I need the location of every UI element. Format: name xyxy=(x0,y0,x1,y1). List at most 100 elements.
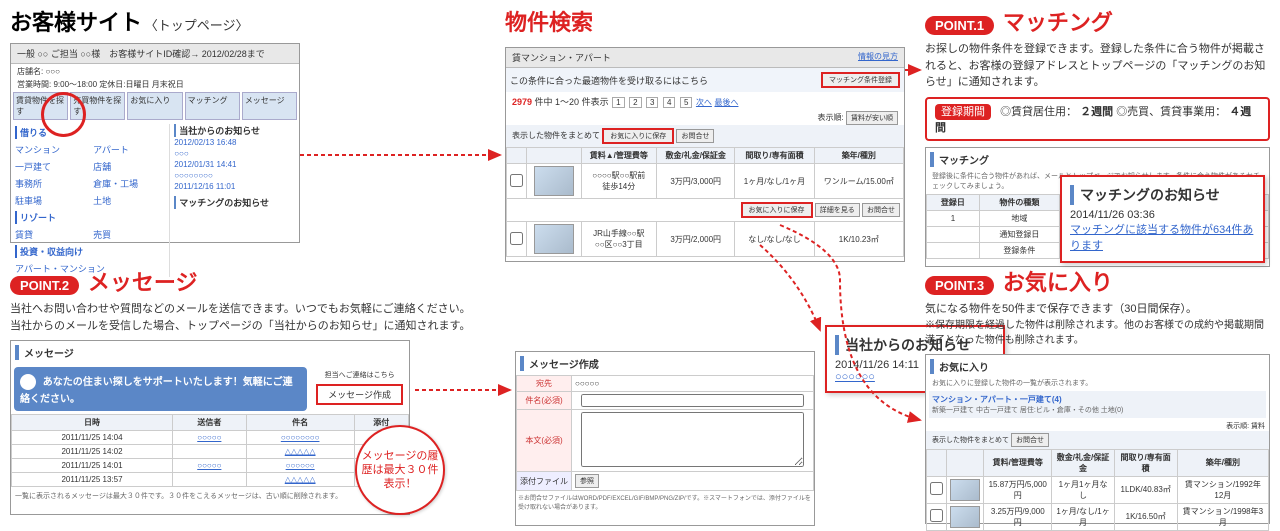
last-link[interactable]: 最後へ xyxy=(714,98,738,107)
hours: 営業時間: 9:00～18:00 定休日:日曜日 月末祝日 xyxy=(11,79,299,90)
point-header: POINT.2 メッセージ xyxy=(10,265,500,297)
point-header: POINT.3 お気に入り xyxy=(925,265,1270,297)
cat-link[interactable]: 一戸建て xyxy=(13,158,91,175)
cell: 通知登録日 xyxy=(979,226,1059,242)
history-circle-callout: メッセージの履歴は最大３０件表示！ xyxy=(355,425,445,515)
inquiry-all-btn[interactable]: お問合せ xyxy=(676,129,714,143)
next-link[interactable]: 次へ xyxy=(696,98,712,107)
th: 敷金/礼金/保証金 xyxy=(657,148,735,164)
matching-register-btn[interactable]: マッチング条件登録 xyxy=(821,72,900,88)
period-text: ◎売買、賃貸事業用： xyxy=(1116,106,1226,118)
cat-link[interactable]: 店舗 xyxy=(91,158,169,175)
cell: なし/なし/なし xyxy=(735,222,814,257)
cat-link[interactable]: アパート xyxy=(91,141,169,158)
page-btn[interactable]: 4 xyxy=(663,97,675,108)
table-row[interactable]: 2011/11/25 13:57△△△△△ xyxy=(12,473,409,487)
th: 築年/種別 xyxy=(814,148,903,164)
count-text: 件中 1～20 件表示 xyxy=(535,97,609,107)
result-count: 2979 件中 1～20 件表示 1 2 3 4 5 次へ 最後へ xyxy=(512,95,738,108)
property-thumb xyxy=(534,166,574,196)
page-btn[interactable]: 2 xyxy=(629,97,641,108)
cat-link[interactable]: 倉庫・工場 xyxy=(91,175,169,192)
fav-list-sub: 新築一戸建て 中古一戸建て 居住:ビル・倉庫・その他 土地(0) xyxy=(932,405,1263,415)
fav-list-title[interactable]: マンション・アパート・一戸建て(4) xyxy=(932,394,1263,405)
panel-title: メッセージ作成 xyxy=(520,356,810,371)
point-title: お気に入り xyxy=(1003,270,1113,295)
news-text[interactable]: ○○○○○○○○ xyxy=(174,170,297,181)
body-textarea[interactable] xyxy=(581,412,804,467)
cat-title: 借りる xyxy=(15,126,167,139)
nav-item[interactable]: 賃貸物件を探す xyxy=(13,92,68,120)
table-row[interactable]: 15.87万円/5,000円1ヶ月1ヶ月なし1LDK/40.83㎡賃マンション/… xyxy=(927,476,1269,503)
property-row[interactable]: ○○○○駅○○駅前徒歩14分 3万円/3,000円 1ヶ月/なし/1ヶ月 ワンル… xyxy=(507,164,904,199)
field-label: 本文(必須) xyxy=(517,410,572,472)
th: 送信者 xyxy=(172,415,246,431)
detail-btn[interactable]: 詳細を見る xyxy=(815,203,860,217)
section-search: 物件検索 賃マンション・アパート 情報の見方 この条件に合った最適物件を受け取る… xyxy=(505,5,905,262)
registration-period: 登録期間 ◎賃貸居住用： ２週間 ◎売買、賃貸事業用： ４週間 xyxy=(925,97,1270,141)
cell: 1K/10.23㎡ xyxy=(814,222,903,257)
info-link[interactable]: 情報の見方 xyxy=(858,51,898,64)
sort-select[interactable]: 賃料が安い順 xyxy=(846,111,898,125)
th: 築年/種別 xyxy=(1177,449,1268,476)
nav-row: 賃貸物件を探す 売買物件を探す お気に入り マッチング メッセージ xyxy=(11,90,299,122)
message-table: 日時 送信者 件名 添付 2011/11/25 14:04○○○○○○○○○○○… xyxy=(11,414,409,487)
row-checkbox[interactable] xyxy=(510,174,523,187)
point-badge: POINT.2 xyxy=(10,276,79,295)
point-desc2: 当社からのメールを受信した場合、トップページの「当社からのお知らせ」に通知されま… xyxy=(10,318,500,335)
row-checkbox[interactable] xyxy=(930,482,943,495)
search-panel: 賃マンション・アパート 情報の見方 この条件に合った最適物件を受け取るにはこちら… xyxy=(505,47,905,262)
panel-header-text: 賃マンション・アパート xyxy=(512,51,611,64)
sort[interactable]: 表示順: 賃料 xyxy=(1226,423,1265,430)
cat-link[interactable]: 売買 xyxy=(91,226,169,243)
subject-input[interactable] xyxy=(581,394,804,407)
table-row[interactable]: 3.25万円/9,000円1ヶ月/なし/1ヶ月1K/16.50㎡賃マンション/1… xyxy=(927,503,1269,530)
cat-link[interactable]: マンション xyxy=(13,141,91,158)
inquiry-btn[interactable]: お問合せ xyxy=(1011,433,1049,447)
fav-all-btn[interactable]: お気に入りに保存 xyxy=(602,128,674,144)
page-btn[interactable]: 5 xyxy=(680,97,692,108)
cat-link[interactable]: 事務所 xyxy=(13,175,91,192)
row-checkbox[interactable] xyxy=(510,232,523,245)
cat-link[interactable]: 賃貸 xyxy=(13,226,91,243)
panel-header: 一般 ○○ ご担当 ○○様 お客様サイトID確認→ 2012/02/28まで xyxy=(11,44,299,64)
cat-link[interactable]: 土地 xyxy=(91,192,169,209)
table-row[interactable]: 2011/11/25 14:01○○○○○○○○○○○ xyxy=(12,459,409,473)
file-btn[interactable]: 参照 xyxy=(575,474,599,488)
fav-btn[interactable]: お気に入りに保存 xyxy=(741,202,813,218)
row-checkbox[interactable] xyxy=(930,509,943,522)
news-date: 2012/02/13 16:48 xyxy=(174,137,297,148)
point-title: マッチング xyxy=(1003,10,1113,35)
pager: 1 2 3 4 5 xyxy=(611,97,696,107)
th: 登録日 xyxy=(927,194,980,210)
period-text: ◎賃貸居住用： xyxy=(1000,106,1077,118)
nav-item[interactable]: 売買物件を探す xyxy=(70,92,125,120)
news-text[interactable]: ○○○ xyxy=(174,148,297,159)
count-num: 2979 xyxy=(512,97,532,107)
bulk-bar: 表示した物件をまとめて お気に入りに保存 お問合せ xyxy=(506,125,904,147)
inquiry-btn[interactable]: お問合せ xyxy=(862,203,900,217)
callout-title: マッチングのお知らせ xyxy=(1070,185,1255,205)
matching-bar: この条件に合った最適物件を受け取るにはこちら マッチング条件登録 xyxy=(506,68,904,92)
page-btn[interactable]: 3 xyxy=(646,97,658,108)
nav-item[interactable]: メッセージ xyxy=(242,92,297,120)
compose-btn[interactable]: メッセージ作成 xyxy=(316,384,403,405)
nav-item[interactable]: お気に入り xyxy=(127,92,182,120)
callout-date: 2014/11/26 03:36 xyxy=(1070,209,1255,221)
cell: ○○○○駅○○駅前徒歩14分 xyxy=(581,164,657,199)
cat-link[interactable]: 駐車場 xyxy=(13,192,91,209)
page-btn[interactable]: 1 xyxy=(612,97,624,108)
property-row[interactable]: JR山手線○○駅○○区○○3丁目 3万円/2,000円 なし/なし/なし 1K/… xyxy=(507,222,904,257)
msg-banner: あなたの住まい探しをサポートいたします！気軽にご連絡ください。 xyxy=(14,367,307,411)
callout-link[interactable]: マッチングに該当する物件が634件あります xyxy=(1070,221,1255,253)
bulk-text: 表示した物件をまとめて xyxy=(512,131,600,140)
property-thumb xyxy=(534,224,574,254)
title-main: お客様サイト xyxy=(10,10,142,35)
table-row[interactable]: 2011/11/25 14:02△△△△△ xyxy=(12,445,409,459)
compose-panel: メッセージ作成 宛先○○○○○ 件名(必須) 本文(必須) 添付ファイル参照 ※… xyxy=(515,351,815,526)
message-panel: メッセージ あなたの住まい探しをサポートいたします！気軽にご連絡ください。 担当… xyxy=(10,340,410,515)
table-row[interactable]: 2011/11/25 14:04○○○○○○○○○○○○○ xyxy=(12,431,409,445)
nav-item[interactable]: マッチング xyxy=(185,92,240,120)
invest-title: 投資・収益向け xyxy=(15,245,167,258)
resort-title: リゾート xyxy=(15,211,167,224)
